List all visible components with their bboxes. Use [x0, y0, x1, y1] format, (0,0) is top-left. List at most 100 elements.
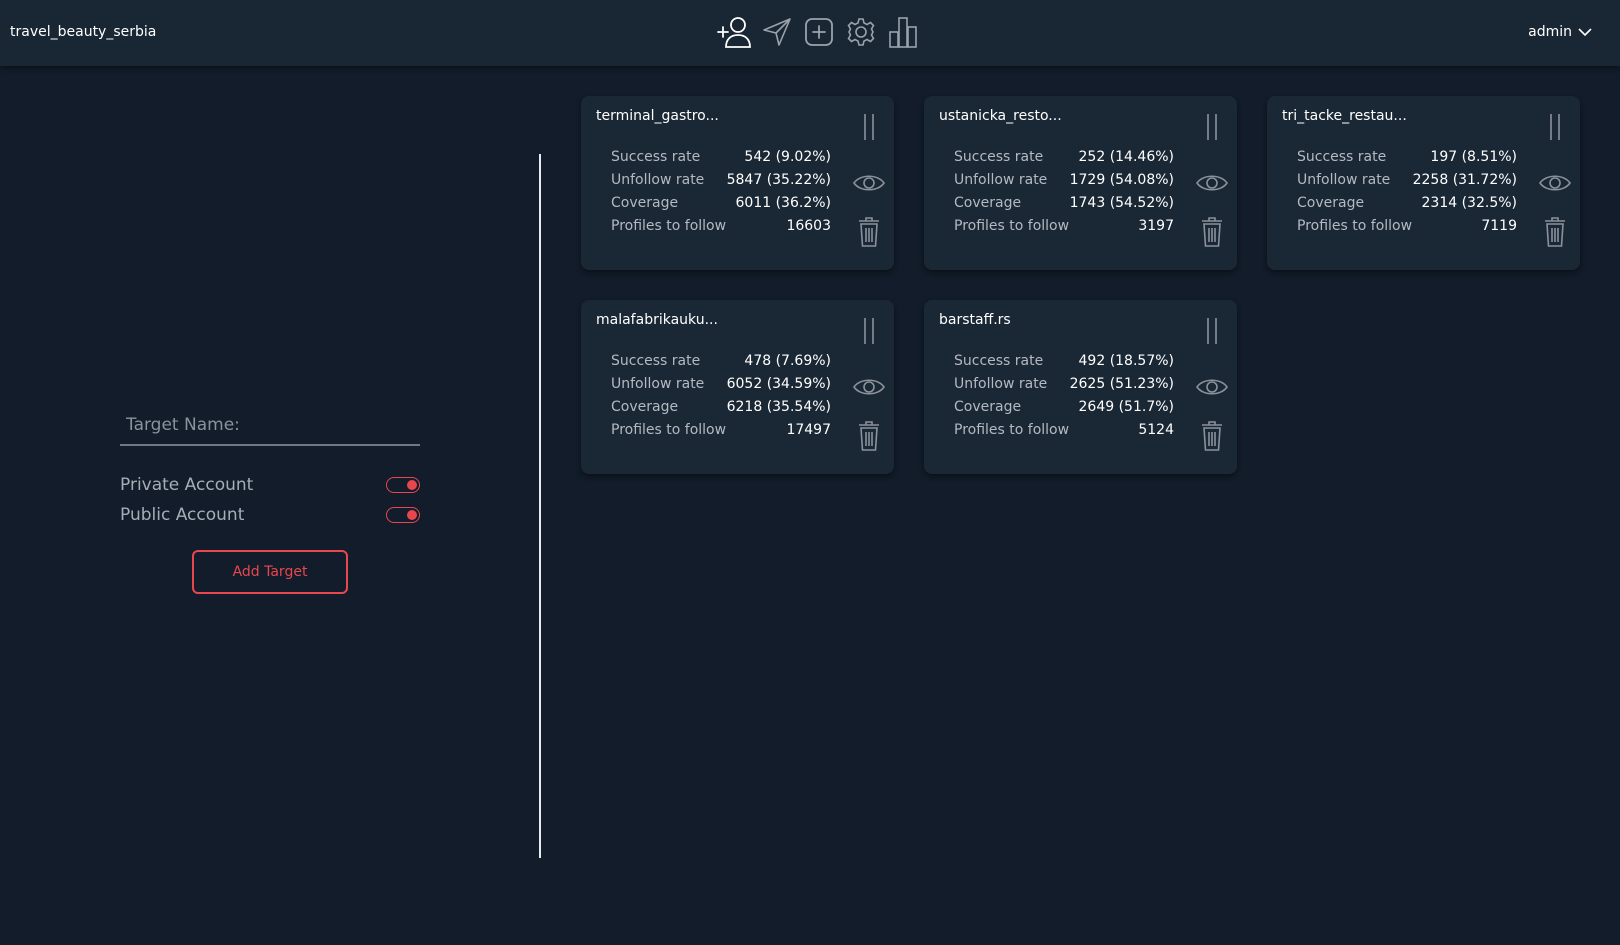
- stat-value: 6052 (34.59%): [726, 376, 831, 392]
- gear-icon[interactable]: [842, 14, 880, 50]
- target-name-input[interactable]: [120, 406, 420, 446]
- stat-row-profiles: Profiles to follow 5124: [954, 419, 1174, 442]
- vertical-divider: [539, 154, 541, 858]
- card-actions: [852, 316, 886, 466]
- trash-icon[interactable]: [852, 216, 886, 250]
- stat-value: 1743 (54.52%): [1069, 195, 1174, 211]
- target-name: malafabrikauku...: [596, 312, 718, 328]
- stat-label: Success rate: [1297, 149, 1387, 165]
- send-icon[interactable]: [758, 14, 796, 50]
- pause-icon[interactable]: [1195, 112, 1229, 146]
- trash-icon[interactable]: [1195, 420, 1229, 454]
- target-card: malafabrikauku... Success rate 478 (7.69%)…: [581, 300, 894, 474]
- target-name: barstaff.rs: [939, 312, 1011, 328]
- stat-row-profiles: Profiles to follow 7119: [1297, 215, 1517, 238]
- trash-icon[interactable]: [1195, 216, 1229, 250]
- stat-value: 6011 (36.2%): [735, 195, 831, 211]
- user-name: admin: [1528, 24, 1572, 40]
- target-stats: Success rate 197 (8.51%) Unfollow rate 2258…: [1297, 146, 1517, 238]
- private-account-toggle[interactable]: [386, 477, 420, 493]
- eye-icon[interactable]: [852, 374, 886, 400]
- stat-value: 17497: [786, 422, 831, 438]
- stat-value: 492 (18.57%): [1078, 353, 1174, 369]
- stat-row-coverage: Coverage 2314 (32.5%): [1297, 192, 1517, 215]
- stat-row-success: Success rate 542 (9.02%): [611, 146, 831, 169]
- chevron-down-icon: [1578, 28, 1592, 37]
- stat-label: Coverage: [1297, 195, 1365, 211]
- card-actions: [852, 112, 886, 262]
- public-account-toggle[interactable]: [386, 507, 420, 523]
- stat-label: Coverage: [954, 195, 1022, 211]
- target-cards: terminal_gastro... Success rate 542 (9.02%…: [581, 96, 1581, 474]
- stat-row-profiles: Profiles to follow 3197: [954, 215, 1174, 238]
- user-menu[interactable]: admin: [1528, 24, 1592, 40]
- top-bar: travel_beauty_serbia admin: [0, 0, 1620, 66]
- eye-icon[interactable]: [1538, 170, 1572, 196]
- stat-value: 16603: [786, 218, 831, 234]
- stat-row-unfollow: Unfollow rate 2625 (51.23%): [954, 373, 1174, 396]
- stat-label: Coverage: [611, 399, 679, 415]
- stat-row-coverage: Coverage 1743 (54.52%): [954, 192, 1174, 215]
- stat-label: Unfollow rate: [954, 172, 1048, 188]
- stat-label: Profiles to follow: [611, 422, 727, 438]
- pause-icon[interactable]: [852, 316, 886, 350]
- stat-value: 542 (9.02%): [744, 149, 831, 165]
- stat-label: Success rate: [611, 353, 701, 369]
- pause-icon[interactable]: [1538, 112, 1572, 146]
- stat-value: 3197: [1138, 218, 1174, 234]
- stat-label: Unfollow rate: [611, 172, 705, 188]
- public-account-label: Public Account: [120, 505, 245, 525]
- stat-row-profiles: Profiles to follow 17497: [611, 419, 831, 442]
- target-stats: Success rate 542 (9.02%) Unfollow rate 5847…: [611, 146, 831, 238]
- stat-label: Success rate: [954, 353, 1044, 369]
- stat-value: 197 (8.51%): [1430, 149, 1517, 165]
- pause-icon[interactable]: [852, 112, 886, 146]
- stat-label: Profiles to follow: [954, 218, 1070, 234]
- trash-icon[interactable]: [852, 420, 886, 454]
- eye-icon[interactable]: [1195, 170, 1229, 196]
- eye-icon[interactable]: [852, 170, 886, 196]
- card-actions: [1195, 112, 1229, 262]
- stat-row-unfollow: Unfollow rate 1729 (54.08%): [954, 169, 1174, 192]
- stat-row-profiles: Profiles to follow 16603: [611, 215, 831, 238]
- target-name: tri_tacke_restau...: [1282, 108, 1407, 124]
- trash-icon[interactable]: [1538, 216, 1572, 250]
- stat-row-coverage: Coverage 2649 (51.7%): [954, 396, 1174, 419]
- stat-value: 7119: [1481, 218, 1517, 234]
- stat-label: Success rate: [611, 149, 701, 165]
- stat-row-success: Success rate 197 (8.51%): [1297, 146, 1517, 169]
- target-card: ustanicka_resto... Success rate 252 (14.46…: [924, 96, 1237, 270]
- add-target-form: Private Account Public Account Add Targe…: [120, 406, 420, 594]
- private-account-label: Private Account: [120, 475, 254, 495]
- nav-icons: [716, 14, 922, 50]
- pause-icon[interactable]: [1195, 316, 1229, 350]
- stat-row-success: Success rate 492 (18.57%): [954, 350, 1174, 373]
- stat-value: 2314 (32.5%): [1421, 195, 1517, 211]
- stat-row-success: Success rate 478 (7.69%): [611, 350, 831, 373]
- plus-square-icon[interactable]: [800, 14, 838, 50]
- stat-row-coverage: Coverage 6011 (36.2%): [611, 192, 831, 215]
- stat-label: Unfollow rate: [611, 376, 705, 392]
- stat-value: 2625 (51.23%): [1069, 376, 1174, 392]
- stat-row-success: Success rate 252 (14.46%): [954, 146, 1174, 169]
- stat-label: Unfollow rate: [954, 376, 1048, 392]
- target-stats: Success rate 252 (14.46%) Unfollow rate 172…: [954, 146, 1174, 238]
- stat-row-unfollow: Unfollow rate 6052 (34.59%): [611, 373, 831, 396]
- private-account-row: Private Account: [120, 470, 420, 500]
- target-card: terminal_gastro... Success rate 542 (9.02%…: [581, 96, 894, 270]
- add-user-icon[interactable]: [716, 14, 754, 50]
- account-name: travel_beauty_serbia: [10, 24, 157, 40]
- stat-value: 2258 (31.72%): [1412, 172, 1517, 188]
- card-actions: [1538, 112, 1572, 262]
- public-account-row: Public Account: [120, 500, 420, 530]
- target-name: terminal_gastro...: [596, 108, 719, 124]
- stat-label: Unfollow rate: [1297, 172, 1391, 188]
- add-target-button[interactable]: Add Target: [192, 550, 348, 594]
- stat-value: 6218 (35.54%): [726, 399, 831, 415]
- eye-icon[interactable]: [1195, 374, 1229, 400]
- stat-label: Profiles to follow: [954, 422, 1070, 438]
- target-card: tri_tacke_restau... Success rate 197 (8.51…: [1267, 96, 1580, 270]
- target-card: barstaff.rs Success rate 492 (18.57%) Unfol…: [924, 300, 1237, 474]
- stat-value: 478 (7.69%): [744, 353, 831, 369]
- bar-chart-icon[interactable]: [884, 14, 922, 50]
